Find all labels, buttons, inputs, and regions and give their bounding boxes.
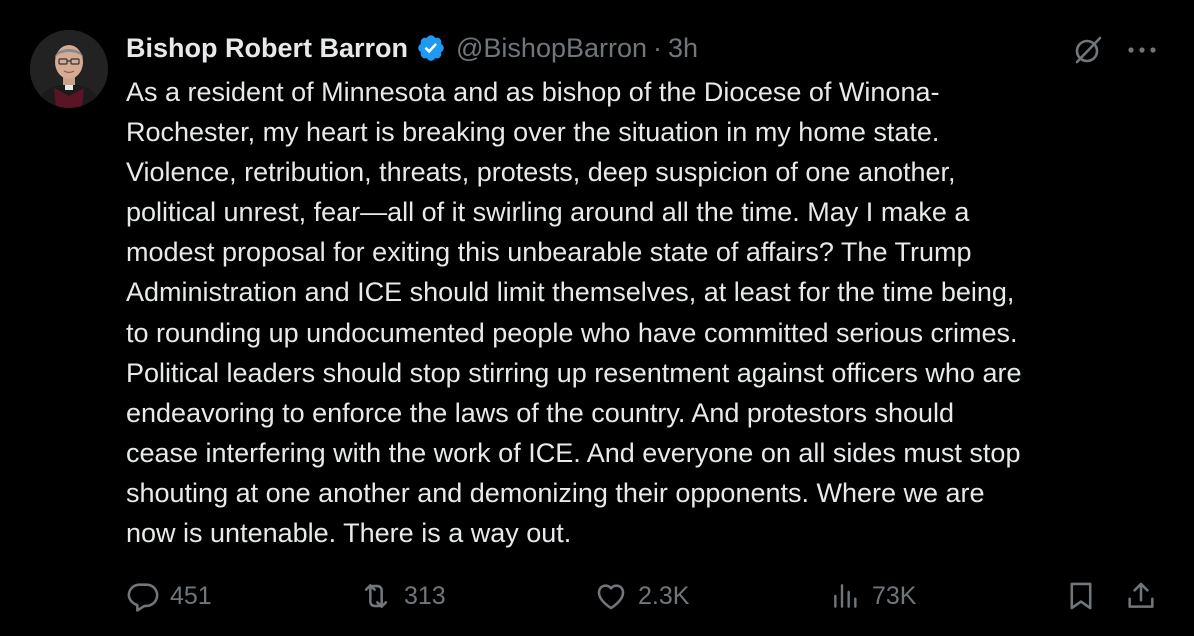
bookmark-button[interactable] bbox=[1064, 576, 1098, 616]
separator-dot: · bbox=[653, 32, 663, 63]
tweet-text-line: political unrest, fear—all of it swirlin… bbox=[126, 197, 970, 228]
like-icon bbox=[594, 579, 628, 613]
repost-count: 313 bbox=[404, 581, 446, 610]
tweet-text-line: cease interfering with the work of ICE. … bbox=[126, 437, 1021, 468]
tweet-timestamp[interactable]: 3h bbox=[668, 33, 698, 64]
tweet-header: Bishop Robert Barron @BishopBarron · 3h bbox=[126, 28, 698, 68]
tweet-text-line: Violence, retribution, threats, protests… bbox=[126, 157, 956, 188]
tweet: Bishop Robert Barron @BishopBarron · 3h … bbox=[0, 0, 1194, 636]
bookmark-icon bbox=[1064, 579, 1098, 613]
action-bar: 451 313 2.3K 73K bbox=[0, 576, 1194, 616]
tweet-text-line: Political leaders should stop stirring u… bbox=[126, 357, 1022, 388]
tweet-text-line: Rochester, my heart is breaking over the… bbox=[126, 117, 940, 148]
tweet-text-line: to rounding up undocumented people who h… bbox=[126, 317, 1018, 348]
grok-icon[interactable] bbox=[1068, 30, 1108, 70]
tweet-text-line: As a resident of Minnesota and as bishop… bbox=[126, 77, 940, 107]
tweet-text-line: endeavoring to enforce the laws of the c… bbox=[126, 397, 955, 428]
reply-icon bbox=[126, 579, 160, 613]
like-count: 2.3K bbox=[638, 581, 690, 610]
repost-button[interactable]: 313 bbox=[358, 576, 446, 616]
like-button[interactable]: 2.3K bbox=[594, 576, 689, 616]
tweet-text-line: shouting at one another and demonizing t… bbox=[126, 477, 985, 508]
tweet-text-line: now is untenable. There is a way out. bbox=[126, 518, 572, 549]
share-button[interactable] bbox=[1124, 576, 1158, 616]
views-icon bbox=[830, 579, 862, 613]
repost-icon bbox=[358, 579, 394, 613]
verified-badge-icon[interactable] bbox=[416, 33, 446, 63]
views-count: 73K bbox=[872, 581, 917, 610]
tweet-text-line: modest proposal for exiting this unbeara… bbox=[126, 237, 972, 268]
tweet-text: As a resident of Minnesota and as bishop… bbox=[126, 72, 1171, 553]
reply-count: 451 bbox=[170, 581, 212, 610]
views-button[interactable]: 73K bbox=[830, 576, 916, 616]
reply-button[interactable]: 451 bbox=[126, 576, 212, 616]
author-display-name[interactable]: Bishop Robert Barron bbox=[126, 33, 408, 64]
tweet-text-line: Administration and ICE should limit them… bbox=[126, 277, 1015, 308]
avatar[interactable] bbox=[30, 30, 108, 108]
more-icon[interactable] bbox=[1122, 30, 1162, 70]
author-handle[interactable]: @BishopBarron bbox=[456, 33, 647, 64]
share-icon bbox=[1124, 579, 1158, 613]
